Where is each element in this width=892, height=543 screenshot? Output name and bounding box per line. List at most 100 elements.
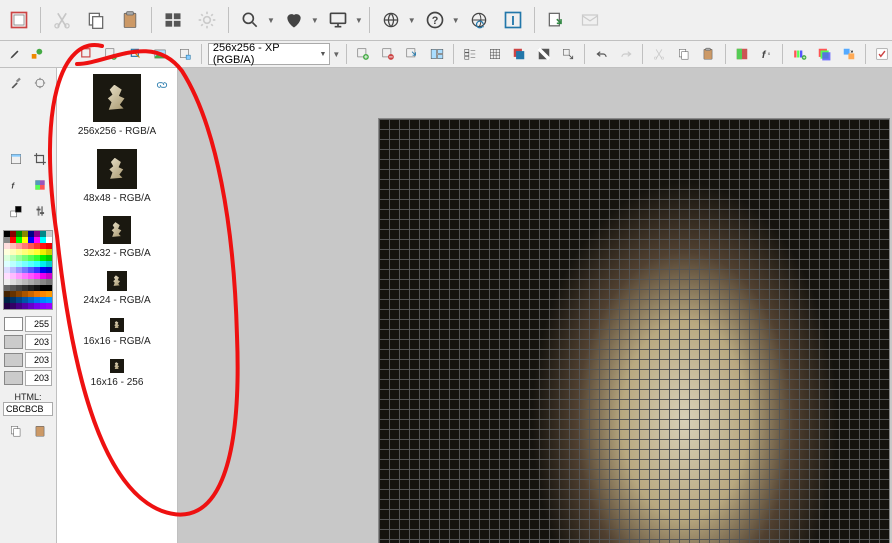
chevron-down-icon[interactable]: ▼ — [267, 16, 275, 25]
size-label: 24x24 - RGB/A — [83, 295, 150, 306]
size-label: 32x32 - RGB/A — [83, 248, 150, 259]
copy-color-icon[interactable] — [5, 420, 27, 442]
monitor-icon[interactable] — [323, 5, 353, 35]
size-item[interactable]: 16x16 - RGB/A — [57, 312, 177, 353]
function-icon[interactable]: fx — [756, 43, 776, 65]
new-icon[interactable] — [4, 5, 34, 35]
secondary-toolbar: 256x256 - XP (RGB/A) ▼ fx — [0, 41, 892, 68]
rgb-sliders: 255 203 203 203 — [4, 316, 52, 388]
eyedropper-icon[interactable] — [5, 72, 27, 94]
size-label: 16x16 - RGB/A — [83, 336, 150, 347]
size-thumbnail — [97, 149, 137, 189]
grid-icon[interactable] — [485, 43, 505, 65]
chevron-down-icon[interactable]: ▼ — [355, 16, 363, 25]
paste-small-icon[interactable] — [698, 43, 718, 65]
undo-icon[interactable] — [591, 43, 611, 65]
paste-icon[interactable] — [115, 5, 145, 35]
fx-icon[interactable]: f — [5, 174, 27, 196]
size-label: 48x48 - RGB/A — [83, 193, 150, 204]
svg-text:I: I — [511, 14, 514, 28]
svg-text:f: f — [11, 182, 15, 191]
color-plus-icon[interactable] — [789, 43, 809, 65]
add-image-green-icon[interactable] — [101, 43, 121, 65]
swatches-icon[interactable] — [5, 200, 27, 222]
size-thumbnail — [93, 74, 141, 122]
refresh-globe-icon[interactable] — [464, 5, 494, 35]
grid-list-icon[interactable] — [460, 43, 480, 65]
gray-swatch[interactable] — [4, 353, 23, 367]
picture-icon[interactable] — [150, 43, 170, 65]
add-format-icon[interactable] — [353, 43, 373, 65]
channel-value[interactable]: 203 — [25, 334, 52, 350]
gradient-icon[interactable] — [533, 43, 553, 65]
copy-icon[interactable] — [81, 5, 111, 35]
left-toolbox: f 255 203 203 203 HTML: CBCBCB — [0, 68, 57, 543]
color-picker-icon[interactable] — [29, 174, 51, 196]
color-palette[interactable] — [3, 230, 53, 310]
paste-color-icon[interactable] — [29, 420, 51, 442]
chevron-down-icon[interactable]: ▼ — [408, 16, 416, 25]
image-sizes-panel: 256x256 - RGB/A 48x48 - RGB/A 32x32 - RGB/… — [57, 68, 178, 543]
gray-swatch[interactable] — [4, 371, 23, 385]
remove-format-icon[interactable] — [378, 43, 398, 65]
palette-cell[interactable] — [46, 303, 52, 309]
magic-wand-icon[interactable] — [126, 43, 146, 65]
layers-icon[interactable] — [509, 43, 529, 65]
cut-icon[interactable] — [47, 5, 77, 35]
size-item[interactable]: 32x32 - RGB/A — [57, 210, 177, 265]
crop-tool-icon[interactable] — [29, 148, 51, 170]
format-selector[interactable]: 256x256 - XP (RGB/A) — [208, 43, 331, 65]
size-item[interactable]: 24x24 - RGB/A — [57, 265, 177, 312]
size-item[interactable]: 48x48 - RGB/A — [57, 143, 177, 210]
size-label: 256x256 - RGB/A — [78, 126, 156, 137]
settings-small-icon[interactable] — [29, 200, 51, 222]
chevron-down-icon[interactable]: ▼ — [452, 16, 460, 25]
mail-icon[interactable] — [575, 5, 605, 35]
color-swap-icon[interactable] — [838, 43, 858, 65]
html-color-value[interactable]: CBCBCB — [3, 402, 53, 416]
channel-value[interactable]: 203 — [25, 370, 52, 386]
text-tool-icon[interactable]: I — [498, 5, 528, 35]
chevron-down-icon[interactable]: ▼ — [332, 50, 340, 59]
color-adjust-icon[interactable] — [732, 43, 752, 65]
target-icon[interactable] — [29, 72, 51, 94]
export-icon[interactable] — [541, 5, 571, 35]
svg-text:?: ? — [431, 15, 438, 27]
format-selector-value: 256x256 - XP (RGB/A) — [213, 42, 316, 66]
heart-icon[interactable] — [279, 5, 309, 35]
resize-icon[interactable] — [558, 43, 578, 65]
windows-icon[interactable] — [158, 5, 188, 35]
link-icon[interactable] — [151, 74, 173, 96]
window-tool-icon[interactable] — [5, 148, 27, 170]
new-image-icon[interactable] — [77, 43, 97, 65]
channel-value[interactable]: 255 — [25, 316, 52, 332]
shapes-icon[interactable] — [26, 43, 48, 65]
size-label: 16x16 - 256 — [91, 377, 144, 388]
export-format-icon[interactable] — [402, 43, 422, 65]
html-label: HTML: — [15, 392, 42, 402]
channel-value[interactable]: 203 — [25, 352, 52, 368]
canvas-area — [178, 68, 892, 543]
size-thumbnail — [110, 318, 124, 332]
gray-swatch[interactable] — [4, 335, 23, 349]
crop-icon[interactable] — [174, 43, 194, 65]
chevron-down-icon[interactable]: ▼ — [311, 16, 319, 25]
svg-text:f: f — [762, 49, 767, 61]
help-icon[interactable]: ? — [420, 5, 450, 35]
cut-small-icon[interactable] — [649, 43, 669, 65]
size-thumbnail — [110, 359, 124, 373]
size-item[interactable]: 16x16 - 256 — [57, 353, 177, 394]
gray-swatch[interactable] — [4, 317, 23, 331]
redo-icon[interactable] — [616, 43, 636, 65]
main-toolbar: ▼ ▼ ▼ ▼ ? ▼ I — [0, 0, 892, 41]
gear-icon[interactable] — [192, 5, 222, 35]
search-icon[interactable] — [235, 5, 265, 35]
copy-small-icon[interactable] — [674, 43, 694, 65]
check-icon[interactable] — [872, 43, 892, 65]
brush-icon[interactable] — [4, 43, 26, 65]
globe-icon[interactable] — [376, 5, 406, 35]
editor-canvas[interactable] — [378, 118, 890, 543]
color-stack-icon[interactable] — [814, 43, 834, 65]
size-thumbnail — [103, 216, 131, 244]
window-layout-icon[interactable] — [427, 43, 447, 65]
